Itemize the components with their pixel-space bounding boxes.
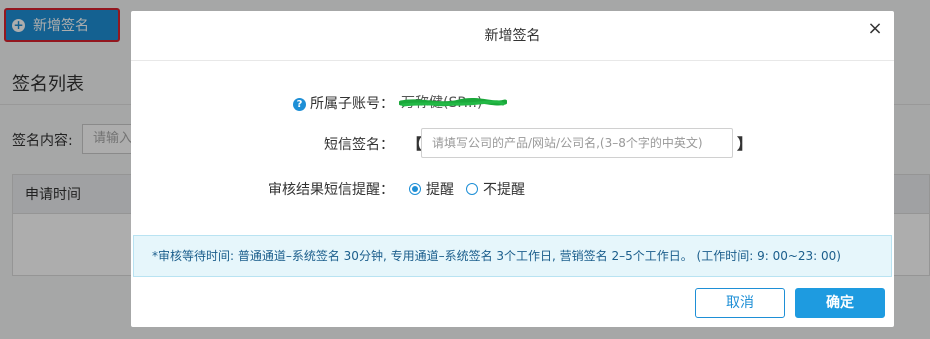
- question-circle-icon[interactable]: ?: [293, 98, 306, 111]
- confirm-button[interactable]: 确定: [795, 288, 885, 318]
- radio-notify-off[interactable]: [466, 183, 478, 195]
- account-row: ? 所属子账号： 万称健(SP...): [131, 93, 894, 113]
- close-icon[interactable]: ×: [864, 18, 886, 40]
- modal-header: 新增签名 ×: [131, 11, 894, 61]
- add-signature-modal: 新增签名 × ?所属子账号： 万称健(SP...) 短信签名： 【 】 审核结果…: [131, 11, 894, 327]
- radio-notify-off-label[interactable]: 不提醒: [483, 179, 525, 199]
- bracket-left: 【: [407, 135, 423, 153]
- radio-notify-on-label[interactable]: 提醒: [426, 179, 454, 199]
- radio-notify-on[interactable]: [409, 183, 421, 195]
- bracket-right: 】: [737, 135, 753, 153]
- sms-signature-input[interactable]: [421, 128, 733, 158]
- redaction-scribble: [399, 97, 507, 107]
- sms-notify-label: 审核结果短信提醒：: [268, 182, 394, 198]
- modal-title: 新增签名: [484, 28, 541, 44]
- cancel-button[interactable]: 取消: [695, 288, 785, 318]
- sms-signature-row: 短信签名： 【 】: [131, 128, 894, 158]
- sms-notify-row: 审核结果短信提醒： 提醒 不提醒: [131, 179, 894, 199]
- account-label: ? 所属子账号：: [293, 93, 394, 113]
- sms-signature-label: 短信签名：: [324, 137, 394, 153]
- sms-notify-radio-group: 提醒 不提醒: [409, 179, 537, 199]
- account-label-text: 所属子账号：: [310, 96, 394, 112]
- review-time-notice: *审核等待时间: 普通通道–系统签名 30分钟, 专用通道–系统签名 3个工作日…: [133, 235, 892, 277]
